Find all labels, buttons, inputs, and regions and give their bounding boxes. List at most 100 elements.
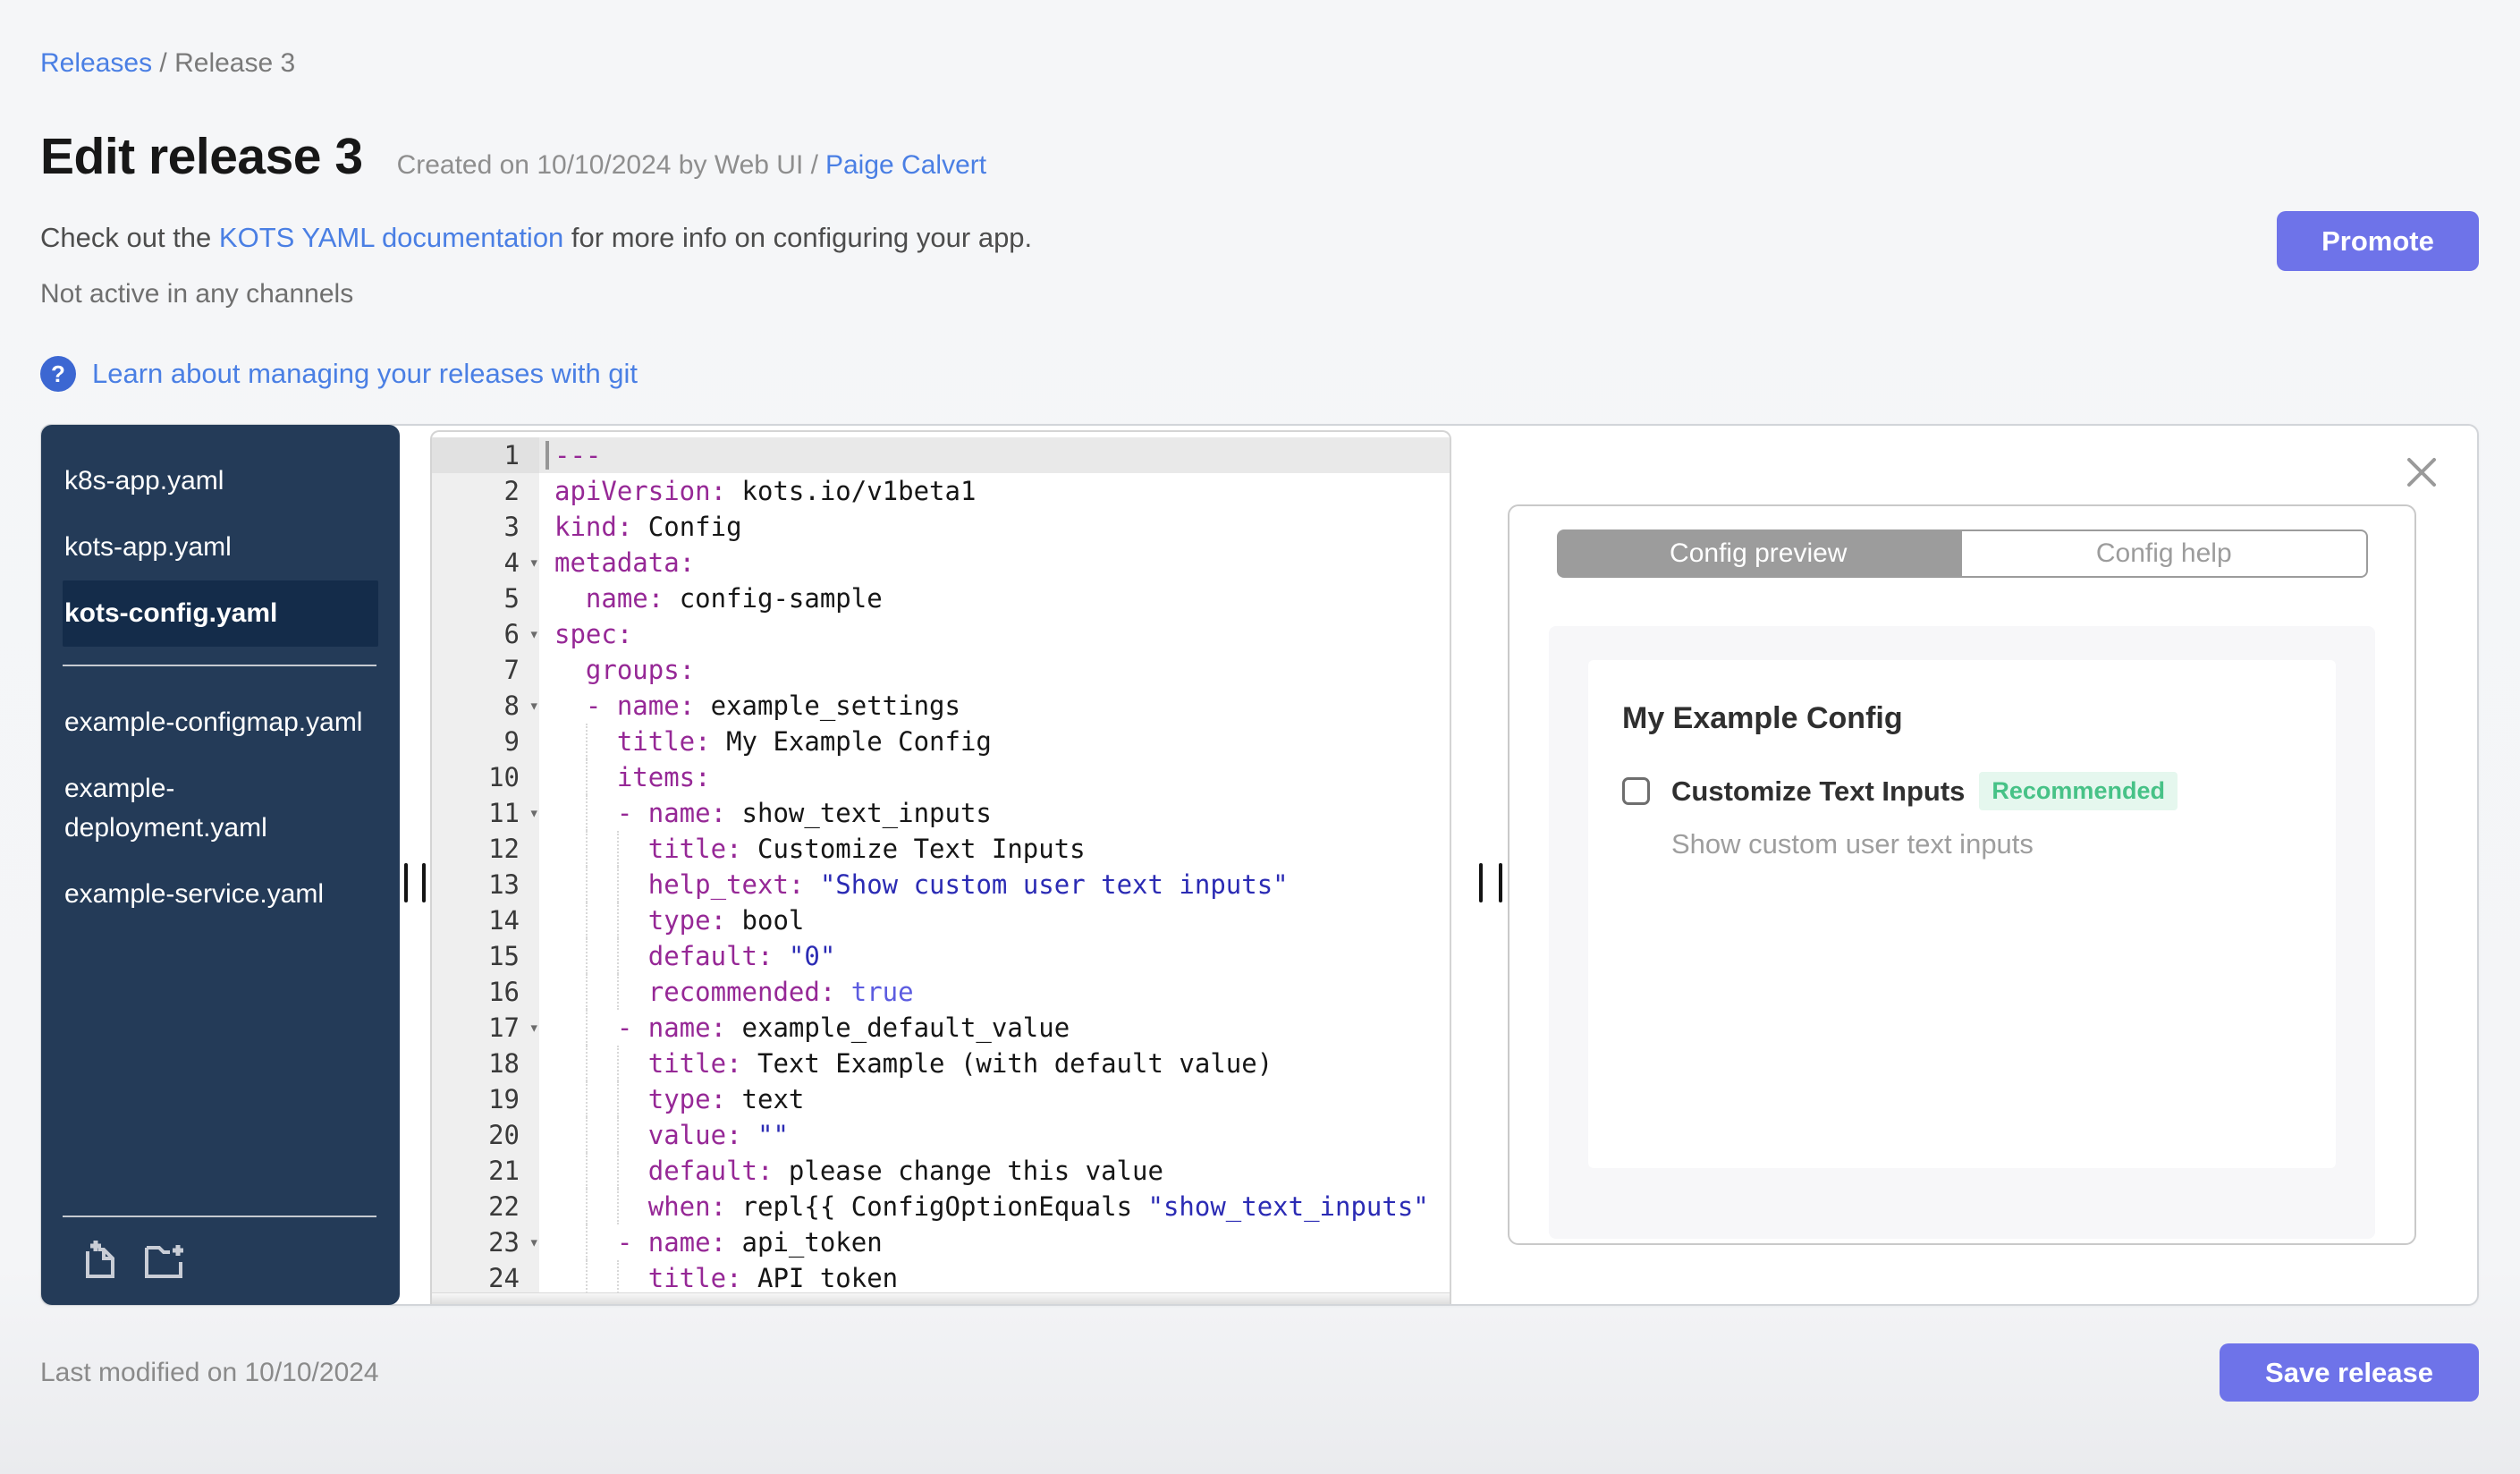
file-item-kots-app-yaml[interactable]: kots-app.yaml	[63, 514, 378, 580]
line-number: 9	[432, 724, 539, 759]
code-line-2[interactable]: 2 apiVersion: kots.io/v1beta1	[432, 473, 1450, 509]
fold-arrow-icon[interactable]: ▾	[529, 688, 539, 724]
file-item-example-service-yaml[interactable]: example-service.yaml	[63, 861, 378, 928]
token-plain: text	[726, 1084, 805, 1114]
indent-guide	[616, 1081, 619, 1117]
token-key: when:	[647, 1191, 727, 1222]
code-line-16[interactable]: 16 recommended: true	[432, 974, 1450, 1010]
code-line-19[interactable]: 19 type: text	[432, 1081, 1450, 1117]
sidebar-splitter-handle[interactable]	[422, 863, 426, 902]
line-number: 2	[432, 473, 539, 509]
token-key: value:	[647, 1120, 742, 1150]
code-line-24[interactable]: 24 title: API token	[432, 1260, 1450, 1296]
indent-guide	[616, 938, 619, 974]
code-line-18[interactable]: 18 title: Text Example (with default val…	[432, 1046, 1450, 1081]
code-line-21[interactable]: 21 default: please change this value	[432, 1153, 1450, 1189]
code-line-22[interactable]: 22 when: repl{{ ConfigOptionEquals "show…	[432, 1189, 1450, 1224]
fold-arrow-icon[interactable]: ▾	[529, 1224, 539, 1260]
code-line-9[interactable]: 9 title: My Example Config	[432, 724, 1450, 759]
code-line-4[interactable]: 4 ▾ metadata:	[432, 545, 1450, 580]
sidebar-splitter-handle[interactable]	[404, 863, 408, 902]
token-plain: config-sample	[664, 583, 883, 614]
kots-yaml-docs-link[interactable]: KOTS YAML documentation	[219, 222, 563, 253]
fold-arrow-icon[interactable]: ▾	[529, 795, 539, 831]
line-number: 7	[432, 652, 539, 688]
token-key: - name:	[616, 1012, 727, 1043]
breadcrumb-separator: /	[152, 48, 175, 78]
token-plain: repl{{ ConfigOptionEquals	[726, 1191, 1148, 1222]
tab-config-preview[interactable]: Config preview	[1556, 529, 1960, 578]
code-line-8[interactable]: 8 ▾ - name: example_settings	[432, 688, 1450, 724]
promote-button[interactable]: Promote	[2277, 211, 2479, 271]
tab-config-help[interactable]: Config help	[1960, 529, 2368, 578]
git-releases-link[interactable]: Learn about managing your releases with …	[92, 358, 638, 390]
config-group-title: My Example Config	[1622, 701, 1903, 735]
line-number: 5	[432, 580, 539, 616]
line-number: 22	[432, 1189, 539, 1224]
token-key: recommended:	[647, 977, 836, 1007]
indent-guide	[585, 795, 588, 831]
token-doc: ---	[554, 440, 602, 470]
code-line-6[interactable]: 6 ▾ spec:	[432, 616, 1450, 652]
file-item-kots-config-yaml[interactable]: kots-config.yaml	[63, 580, 378, 647]
indent-guide	[616, 974, 619, 1010]
code-line-13[interactable]: 13 help_text: "Show custom user text inp…	[432, 867, 1450, 902]
code-line-17[interactable]: 17 ▾ - name: example_default_value	[432, 1010, 1450, 1046]
code-line-20[interactable]: 20 value: ""	[432, 1117, 1450, 1153]
token-plain: kots.io/v1beta1	[726, 476, 977, 506]
indent-guide	[616, 1189, 619, 1224]
code-line-11[interactable]: 11 ▾ - name: show_text_inputs	[432, 795, 1450, 831]
indent-guide	[616, 902, 619, 938]
line-number: 12	[432, 831, 539, 867]
token-str: "Show custom user text inputs"	[819, 869, 1289, 900]
line-number: 14	[432, 902, 539, 938]
code-line-3[interactable]: 3 kind: Config	[432, 509, 1450, 545]
fold-arrow-icon[interactable]: ▾	[529, 616, 539, 652]
indent-guide	[616, 1046, 619, 1081]
code-line-12[interactable]: 12 title: Customize Text Inputs	[432, 831, 1450, 867]
code-line-7[interactable]: 7 groups:	[432, 652, 1450, 688]
line-number: 16	[432, 974, 539, 1010]
code-text: ---	[539, 437, 1450, 473]
fold-arrow-icon[interactable]: ▾	[529, 545, 539, 580]
release-editor-container: k8s-app.yaml kots-app.yaml kots-config.yam…	[40, 424, 2479, 1306]
code-line-5[interactable]: 5 name: config-sample	[432, 580, 1450, 616]
file-item-example-deployment-yaml[interactable]: example-deployment.yaml	[63, 756, 378, 861]
fold-arrow-icon[interactable]: ▾	[529, 1010, 539, 1046]
breadcrumb-current: Release 3	[174, 48, 296, 78]
editor-horizontal-scrollbar[interactable]	[432, 1292, 1450, 1304]
config-card: My Example Config Customize Text Inputs …	[1588, 660, 2336, 1168]
line-number: 8 ▾	[432, 688, 539, 724]
token-key: type:	[647, 905, 727, 936]
line-number: 23 ▾	[432, 1224, 539, 1260]
docs-line: Check out the KOTS YAML documentation fo…	[40, 222, 2479, 254]
token-key: help_text:	[647, 869, 805, 900]
indent-guide	[585, 1081, 588, 1117]
code-line-1[interactable]: 1 ---	[432, 437, 1450, 473]
code-line-15[interactable]: 15 default: "0"	[432, 938, 1450, 974]
code-line-10[interactable]: 10 items:	[432, 759, 1450, 795]
file-item-example-configmap-yaml[interactable]: example-configmap.yaml	[63, 690, 378, 756]
code-line-14[interactable]: 14 type: bool	[432, 902, 1450, 938]
yaml-code-editor[interactable]: 1 --- 2 apiVersion: kots.io/v1beta1 3 kind: C…	[430, 430, 1451, 1304]
save-release-button[interactable]: Save release	[2220, 1343, 2479, 1402]
new-file-icon[interactable]	[79, 1239, 120, 1280]
close-preview-button[interactable]	[2406, 456, 2438, 488]
code-line-23[interactable]: 23 ▾ - name: api_token	[432, 1224, 1450, 1260]
code-text: - name: example_default_value	[539, 1010, 1450, 1046]
customize-text-inputs-checkbox[interactable]	[1622, 777, 1650, 805]
breadcrumb-releases-link[interactable]: Releases	[40, 48, 152, 78]
created-by-link[interactable]: Paige Calvert	[825, 150, 986, 180]
token-plain: API token	[741, 1263, 899, 1293]
file-item-k8s-app-yaml[interactable]: k8s-app.yaml	[63, 448, 378, 514]
new-folder-icon[interactable]	[143, 1239, 184, 1280]
code-text: - name: show_text_inputs	[539, 795, 1450, 831]
created-info: Created on 10/10/2024 by Web UI / Paige C…	[397, 150, 987, 181]
sidebar-actions	[41, 1217, 400, 1280]
